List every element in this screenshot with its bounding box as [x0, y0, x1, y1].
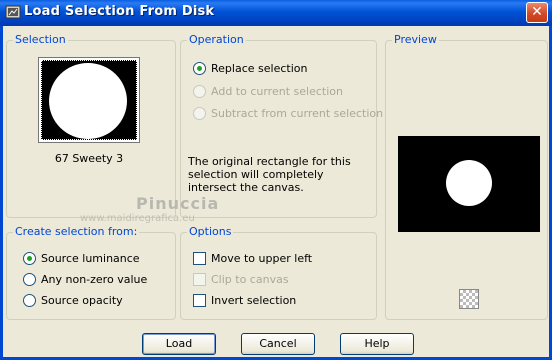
- close-icon: ✕: [531, 4, 543, 20]
- radio-button: [193, 85, 206, 98]
- preview-group-label: Preview: [392, 33, 439, 46]
- checkerboard-icon[interactable]: [459, 289, 479, 309]
- radio-label: Source luminance: [41, 252, 140, 265]
- cancel-button[interactable]: Cancel: [241, 333, 315, 355]
- radio-label: Add to current selection: [211, 85, 343, 98]
- selection-group-label: Selection: [13, 33, 68, 46]
- load-button[interactable]: Load: [142, 333, 216, 355]
- radio-label: Subtract from current selection: [211, 107, 384, 120]
- radio-source-luminance[interactable]: Source luminance: [23, 252, 140, 265]
- checkbox-invert-selection[interactable]: Invert selection: [193, 294, 296, 307]
- selection-thumbnail[interactable]: [38, 57, 140, 143]
- radio-label: Source opacity: [41, 294, 123, 307]
- radio-source-opacity[interactable]: Source opacity: [23, 294, 123, 307]
- app-icon: [5, 5, 21, 19]
- radio-subtract-selection: Subtract from current selection: [193, 107, 383, 120]
- radio-label: Any non-zero value: [41, 273, 148, 286]
- title-bar: Load Selection From Disk ✕: [0, 0, 552, 26]
- preview-canvas: [398, 136, 540, 232]
- checkbox-label: Invert selection: [211, 294, 297, 307]
- radio-label: Replace selection: [211, 62, 308, 75]
- selection-name: 67 Sweety 3: [54, 152, 124, 165]
- operation-description: The original rectangle for this selectio…: [188, 155, 351, 194]
- checkbox-move-upper-left[interactable]: Move to upper left: [193, 252, 312, 265]
- checkbox[interactable]: [193, 294, 206, 307]
- preview-circle: [446, 160, 492, 206]
- radio-button[interactable]: [193, 62, 206, 75]
- window-title: Load Selection From Disk: [24, 4, 215, 19]
- radio-add-selection: Add to current selection: [193, 85, 343, 98]
- radio-replace-selection[interactable]: Replace selection: [193, 62, 307, 75]
- checkbox: [193, 273, 206, 286]
- watermark-url: www.maidiregrafica.eu: [80, 213, 195, 224]
- watermark-logo: Pinuccia: [136, 194, 220, 213]
- checkbox-clip-to-canvas: Clip to canvas: [193, 273, 289, 286]
- create-from-group-label: Create selection from:: [13, 225, 140, 238]
- checkbox-label: Move to upper left: [211, 252, 313, 265]
- help-button[interactable]: Help: [340, 333, 414, 355]
- radio-button[interactable]: [23, 294, 36, 307]
- radio-button[interactable]: [23, 273, 36, 286]
- options-group-label: Options: [187, 225, 234, 238]
- thumbnail-image: [41, 60, 137, 140]
- thumbnail-circle: [49, 63, 127, 139]
- operation-group-label: Operation: [187, 33, 246, 46]
- radio-button: [193, 107, 206, 120]
- radio-button[interactable]: [23, 252, 36, 265]
- checkbox-label: Clip to canvas: [211, 273, 289, 286]
- close-button[interactable]: ✕: [526, 2, 548, 23]
- radio-any-nonzero[interactable]: Any non-zero value: [23, 273, 147, 286]
- checkbox[interactable]: [193, 252, 206, 265]
